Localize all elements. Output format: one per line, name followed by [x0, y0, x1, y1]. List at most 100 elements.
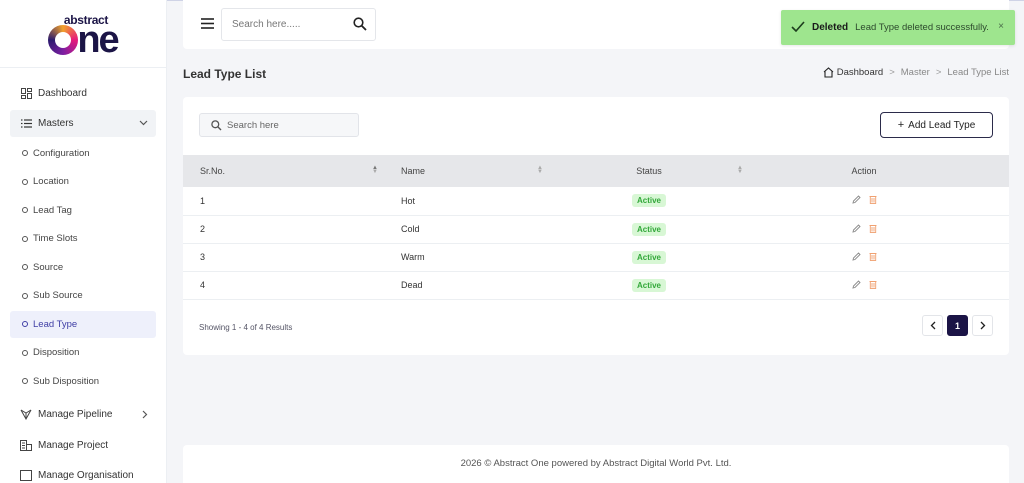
add-lead-type-button[interactable]: + Add Lead Type [880, 112, 993, 138]
logo-o-mark [48, 25, 79, 55]
sidebar-item-manage-project[interactable]: Manage Project [10, 432, 156, 459]
lead-type-table: Sr.No. ▲▼ Name ▲▼ Status ▲▼ Action 1 [183, 155, 1009, 300]
building-icon [20, 439, 32, 451]
sidebar-item-label: Manage Pipeline [38, 408, 113, 420]
sidebar-subitem-location[interactable]: Location [10, 169, 156, 196]
sidebar-subitem-disposition[interactable]: Disposition [10, 340, 156, 367]
toast-message: Lead Type deleted successfully. [855, 22, 989, 33]
circle-bullet-icon [22, 235, 28, 242]
status-badge: Active [631, 222, 666, 236]
sidebar-subitem-label: Lead Type [33, 318, 78, 330]
cell-status: Active [549, 243, 749, 271]
breadcrumb-home-label: Dashboard [836, 67, 884, 78]
delete-trash-icon[interactable] [869, 195, 877, 206]
footer-text: 2026 © Abstract One powered by Abstract … [460, 457, 732, 469]
sidebar-subitem-lead-type[interactable]: Lead Type [10, 311, 156, 338]
check-icon [791, 20, 805, 35]
circle-bullet-icon [22, 207, 28, 214]
page-button-current[interactable]: 1 [947, 315, 968, 336]
cell-sr-no: 2 [200, 224, 206, 234]
add-lead-type-label: Add Lead Type [908, 119, 976, 131]
sidebar-item-label: Manage Organisation [38, 469, 134, 481]
edit-pencil-icon[interactable] [851, 223, 861, 235]
sidebar-subitem-sub-disposition[interactable]: Sub Disposition [10, 368, 156, 395]
edit-pencil-icon[interactable] [851, 279, 861, 291]
column-header-name[interactable]: Name ▲ ▼ [384, 155, 549, 187]
chevron-right-icon [980, 321, 985, 330]
breadcrumb-separator: > [935, 67, 942, 78]
cell-action [749, 271, 1009, 299]
delete-trash-icon[interactable] [869, 252, 877, 263]
circle-bullet-icon [22, 178, 28, 185]
brand-logo[interactable]: abstract ne [0, 0, 166, 68]
hamburger-menu-icon[interactable] [201, 18, 214, 32]
circle-bullet-icon [22, 150, 28, 157]
toast-close-icon[interactable]: × [998, 21, 1004, 32]
edit-pencil-icon[interactable] [851, 251, 861, 263]
column-header-label: Sr.No. [200, 166, 226, 176]
sidebar-subitem-time-slots[interactable]: Time Slots [10, 226, 156, 253]
sidebar-subitem-label: Configuration [33, 147, 90, 159]
cell-name: Warm [401, 252, 425, 262]
prev-page-button[interactable] [922, 315, 943, 336]
column-header-status[interactable]: Status ▲ ▼ [549, 155, 749, 187]
table-search-input[interactable] [227, 119, 347, 131]
home-icon [823, 67, 834, 78]
column-header-label: Name [401, 166, 426, 176]
sidebar-item-dashboard[interactable]: Dashboard [10, 80, 156, 107]
page-title: Lead Type List [183, 67, 267, 81]
footer: 2026 © Abstract One powered by Abstract … [183, 445, 1009, 483]
cell-name: Dead [401, 280, 423, 290]
sidebar-subitem-label: Source [33, 261, 64, 273]
sidebar-item-masters[interactable]: Masters [10, 110, 156, 137]
sidebar-item-manage-pipeline[interactable]: Manage Pipeline [10, 401, 156, 428]
edit-pencil-icon[interactable] [851, 195, 861, 206]
delete-trash-icon[interactable] [869, 280, 877, 291]
cell-status: Active [549, 215, 749, 243]
cell-sr-no: 4 [200, 280, 206, 290]
sidebar-item-label: Masters [38, 118, 74, 129]
breadcrumb-home[interactable]: Dashboard [823, 67, 883, 78]
cell-action [749, 243, 1009, 271]
delete-trash-icon[interactable] [869, 224, 877, 235]
cell-sr-no: 1 [200, 195, 206, 206]
column-header-label: Action [851, 166, 877, 176]
sidebar-subitem-configuration[interactable]: Configuration [10, 140, 156, 167]
sidebar-nav: Dashboard Masters Configuration Location… [0, 68, 166, 483]
global-search-input[interactable] [232, 19, 352, 30]
circle-bullet-icon [22, 349, 28, 356]
sort-icon: ▲ ▼ [737, 165, 743, 175]
sidebar-subitem-sub-source[interactable]: Sub Source [10, 283, 156, 310]
table-row: 1 Hot Active [183, 187, 1009, 215]
sidebar-subitem-label: Sub Source [33, 290, 83, 302]
results-count: Showing 1 - 4 of 4 Results [199, 323, 293, 332]
sort-icon: ▲ ▼ [537, 165, 543, 175]
sort-icon: ▲ ▼ [372, 165, 378, 175]
sidebar-subitem-label: Location [33, 176, 69, 188]
sidebar: abstract ne Dashboard Masters Configurat… [0, 0, 167, 483]
sidebar-subitem-lead-tag[interactable]: Lead Tag [10, 197, 156, 224]
breadcrumb-master[interactable]: Master [901, 67, 930, 78]
pagination: 1 [922, 315, 993, 336]
table-search [199, 113, 359, 137]
table-row: 3 Warm Active [183, 243, 1009, 271]
circle-bullet-icon [22, 264, 28, 271]
cell-action [749, 215, 1009, 243]
logo-text-ne: ne [77, 19, 119, 61]
list-icon [20, 118, 32, 130]
column-header-action: Action [749, 155, 1009, 187]
cell-name: Cold [401, 224, 420, 234]
breadcrumb-current: Lead Type List [947, 67, 1009, 78]
chevron-left-icon [930, 321, 935, 330]
sidebar-item-manage-organisation[interactable]: Manage Organisation [10, 462, 156, 483]
table-row: 4 Dead Active [183, 271, 1009, 299]
table-header-row: Sr.No. ▲ ▼ Name ▲ ▼ Status ▲ ▼ Action [183, 155, 1009, 187]
search-icon[interactable] [353, 17, 367, 34]
breadcrumb-separator: > [889, 67, 895, 78]
toast-notification: Deleted Lead Type deleted successfully. … [781, 10, 1015, 45]
next-page-button[interactable] [972, 315, 993, 336]
column-header-sr-no[interactable]: Sr.No. ▲ ▼ [183, 155, 384, 187]
column-header-label: Status [636, 166, 662, 176]
sidebar-subitem-source[interactable]: Source [10, 254, 156, 281]
chevron-down-icon [139, 118, 148, 129]
